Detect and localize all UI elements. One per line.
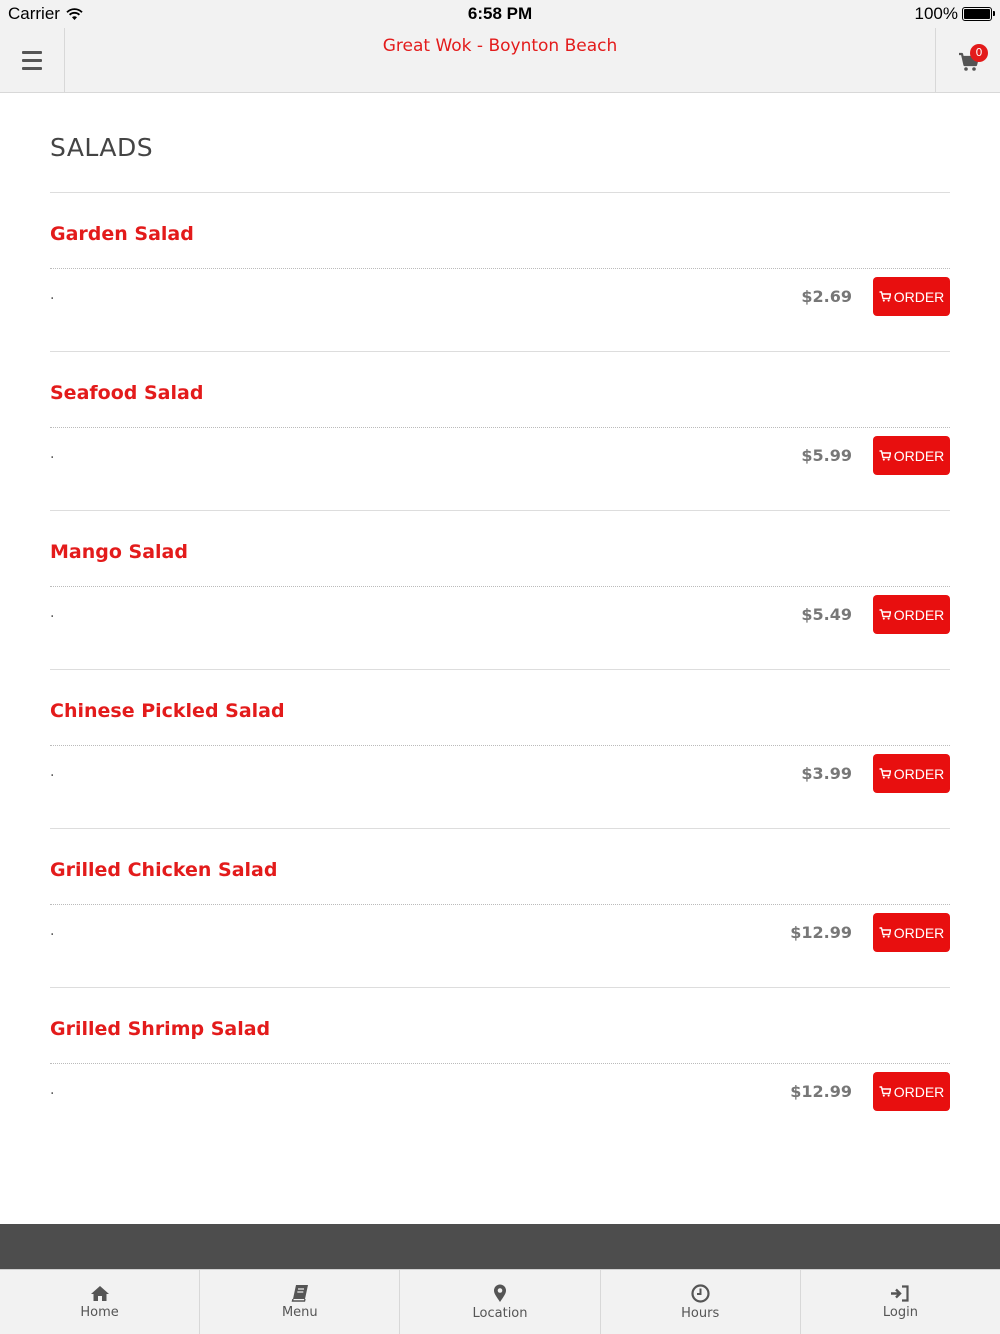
menu-item: Chinese Pickled Salad . $3.99 ORDER — [50, 670, 950, 829]
cart-button[interactable]: 0 — [935, 28, 1000, 92]
order-button[interactable]: ORDER — [873, 754, 950, 793]
hamburger-icon-line — [22, 58, 42, 62]
menu-item: Garden Salad . $2.69 ORDER — [50, 193, 950, 352]
bottom-tab-bar: Home Menu Location Hours Login — [0, 1269, 1000, 1334]
item-price: $5.99 — [801, 446, 852, 465]
item-description: . — [50, 605, 55, 621]
menu-item: Mango Salad . $5.49 ORDER — [50, 511, 950, 670]
item-price: $3.99 — [801, 764, 852, 783]
tab-label: Login — [882, 1304, 918, 1320]
dotted-divider — [50, 268, 950, 269]
battery-indicator: 100% — [914, 4, 995, 24]
order-label: ORDER — [893, 447, 945, 464]
order-button[interactable]: ORDER — [873, 277, 950, 316]
section-title: SALADS — [50, 93, 950, 193]
tab-home[interactable]: Home — [0, 1270, 201, 1334]
menu-content: SALADS Garden Salad . $2.69 ORDER Seafoo… — [50, 93, 950, 1147]
tab-menu[interactable]: Menu — [200, 1270, 401, 1334]
tab-label: Home — [80, 1304, 119, 1320]
tab-label: Hours — [681, 1305, 720, 1321]
item-name[interactable]: Grilled Chicken Salad — [50, 859, 277, 881]
dotted-divider — [50, 586, 950, 587]
tab-label: Menu — [281, 1305, 318, 1320]
order-button[interactable]: ORDER — [873, 913, 950, 952]
tab-hours[interactable]: Hours — [601, 1270, 801, 1334]
tab-label: Location — [472, 1305, 528, 1321]
cart-plus-icon — [879, 450, 891, 461]
dotted-divider — [50, 1063, 950, 1064]
order-label: ORDER — [893, 606, 945, 623]
item-price: $2.69 — [801, 287, 852, 306]
order-label: ORDER — [893, 924, 945, 941]
cart-plus-icon — [879, 609, 891, 620]
dotted-divider — [50, 427, 950, 428]
home-icon — [90, 1285, 109, 1301]
menu-item: Grilled Chicken Salad . $12.99 ORDER — [50, 829, 950, 988]
item-name[interactable]: Mango Salad — [50, 541, 188, 563]
cart-plus-icon — [879, 768, 891, 779]
menu-item: Grilled Shrimp Salad . $12.99 ORDER — [50, 988, 950, 1147]
cart-plus-icon — [879, 1086, 891, 1097]
item-name[interactable]: Garden Salad — [50, 223, 194, 245]
item-description: . — [50, 764, 55, 780]
order-label: ORDER — [893, 765, 945, 782]
map-pin-icon — [494, 1284, 506, 1302]
item-price: $12.99 — [790, 1082, 852, 1101]
item-name[interactable]: Grilled Shrimp Salad — [50, 1018, 270, 1040]
menu-item: Seafood Salad . $5.99 ORDER — [50, 352, 950, 511]
item-description: . — [50, 446, 55, 462]
item-description: . — [50, 287, 55, 303]
restaurant-title: Great Wok - Boynton Beach — [382, 36, 618, 56]
tab-login[interactable]: Login — [801, 1270, 1000, 1334]
order-button[interactable]: ORDER — [873, 436, 950, 475]
item-name[interactable]: Chinese Pickled Salad — [50, 700, 285, 722]
cart-count-badge: 0 — [970, 44, 988, 62]
battery-icon — [962, 7, 995, 21]
status-time: 6:58 PM — [467, 4, 533, 23]
item-description: . — [50, 923, 55, 939]
cart-plus-icon — [879, 927, 891, 938]
top-nav-bar: Great Wok - Boynton Beach 0 — [0, 28, 1000, 93]
dotted-divider — [50, 745, 950, 746]
dotted-divider — [50, 904, 950, 905]
order-button[interactable]: ORDER — [873, 595, 950, 634]
battery-percent: 100% — [914, 4, 958, 23]
book-icon — [291, 1285, 308, 1302]
cart-plus-icon — [879, 291, 891, 302]
item-description: . — [50, 1082, 55, 1098]
order-label: ORDER — [893, 288, 945, 305]
status-bar: Carrier 6:58 PM 100% — [0, 0, 1000, 28]
order-button[interactable]: ORDER — [873, 1072, 950, 1111]
order-label: ORDER — [893, 1083, 945, 1100]
item-price: $5.49 — [801, 605, 852, 624]
hamburger-icon-line — [22, 66, 42, 70]
item-price: $12.99 — [790, 923, 852, 942]
clock-icon — [691, 1283, 710, 1303]
footer-band — [0, 1224, 1000, 1269]
sign-in-icon — [891, 1284, 910, 1302]
tab-location[interactable]: Location — [400, 1270, 601, 1334]
item-name[interactable]: Seafood Salad — [50, 382, 203, 404]
